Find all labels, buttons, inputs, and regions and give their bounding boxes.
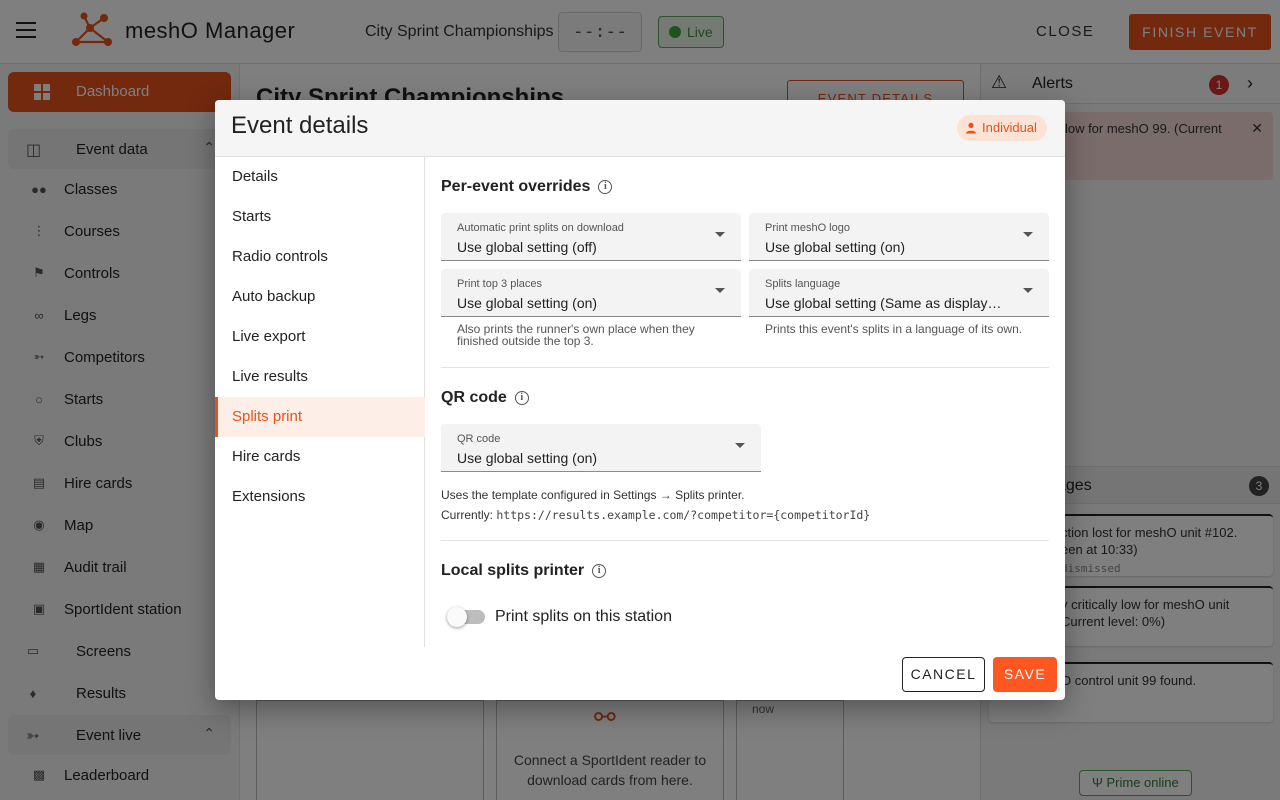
save-button[interactable]: SAVE bbox=[993, 657, 1057, 692]
event-type-chip: Individual bbox=[957, 115, 1047, 141]
event-type-label: Individual bbox=[982, 120, 1037, 135]
select-label: Print top 3 places bbox=[457, 278, 542, 290]
info-icon[interactable]: i bbox=[592, 564, 607, 578]
top3-select[interactable]: Print top 3 places Use global setting (o… bbox=[441, 269, 741, 317]
select-value: Use global setting (on) bbox=[765, 239, 906, 255]
tab-splits-print[interactable]: Splits print bbox=[215, 397, 425, 437]
dialog-title: Event details bbox=[231, 112, 369, 139]
select-value: Use global setting (on) bbox=[457, 295, 598, 311]
tab-radio-controls[interactable]: Radio controls bbox=[215, 237, 425, 277]
section-title-overrides: Per-event overrides i bbox=[441, 178, 613, 196]
event-details-dialog: Event details Individual Details Starts … bbox=[215, 100, 1065, 700]
cancel-button[interactable]: CANCEL bbox=[902, 657, 985, 692]
person-icon bbox=[966, 122, 976, 134]
qr-current-label: Currently: bbox=[441, 508, 494, 522]
info-icon[interactable]: i bbox=[598, 180, 613, 194]
select-value: Use global setting (off) bbox=[457, 239, 597, 255]
print-splits-toggle-label[interactable]: Print splits on this station bbox=[495, 608, 672, 626]
dropdown-arrow-icon bbox=[715, 288, 725, 293]
print-splits-toggle[interactable] bbox=[447, 607, 485, 627]
dialog-header: Event details Individual bbox=[215, 100, 1065, 157]
tab-hire-cards[interactable]: Hire cards bbox=[215, 437, 425, 477]
tab-extensions[interactable]: Extensions bbox=[215, 477, 425, 517]
top3-helper-text: Also prints the runner's own place when … bbox=[457, 322, 695, 348]
dropdown-arrow-icon bbox=[1023, 232, 1033, 237]
dropdown-arrow-icon bbox=[715, 232, 725, 237]
qr-template-note: Uses the template configured in Settings… bbox=[441, 488, 745, 502]
splits-language-select[interactable]: Splits language Use global setting (Same… bbox=[749, 269, 1049, 317]
tab-live-export[interactable]: Live export bbox=[215, 317, 425, 357]
select-label: Automatic print splits on download bbox=[457, 222, 624, 234]
qr-current-url: https://results.example.com/?competitor=… bbox=[496, 508, 871, 522]
qr-code-select[interactable]: QR code Use global setting (on) bbox=[441, 424, 761, 472]
toggle-thumb bbox=[447, 607, 467, 627]
section-title-local-printer: Local splits printer i bbox=[441, 562, 607, 580]
language-helper-text: Prints this event's splits in a language… bbox=[765, 322, 1023, 336]
select-label: Print meshO logo bbox=[765, 222, 850, 234]
select-value: Use global setting (Same as display… bbox=[765, 295, 1002, 311]
auto-print-select[interactable]: Automatic print splits on download Use g… bbox=[441, 213, 741, 261]
section-title-text: Per-event overrides bbox=[441, 178, 591, 195]
tab-live-results[interactable]: Live results bbox=[215, 357, 425, 397]
section-title-qr: QR code i bbox=[441, 389, 529, 407]
dialog-tabs: Details Starts Radio controls Auto backu… bbox=[215, 157, 425, 647]
dropdown-arrow-icon bbox=[735, 443, 745, 448]
select-label: QR code bbox=[457, 433, 501, 445]
section-title-text: QR code bbox=[441, 389, 507, 406]
dropdown-arrow-icon bbox=[1023, 288, 1033, 293]
select-value: Use global setting (on) bbox=[457, 450, 598, 466]
qr-current-line: Currently: https://results.example.com/?… bbox=[441, 508, 870, 522]
tab-auto-backup[interactable]: Auto backup bbox=[215, 277, 425, 317]
section-divider bbox=[441, 367, 1049, 368]
select-label: Splits language bbox=[765, 278, 841, 290]
print-logo-select[interactable]: Print meshO logo Use global setting (on) bbox=[749, 213, 1049, 261]
splits-print-panel: Per-event overrides i Automatic print sp… bbox=[441, 157, 1049, 647]
tab-details[interactable]: Details bbox=[215, 157, 425, 197]
tab-starts[interactable]: Starts bbox=[215, 197, 425, 237]
section-title-text: Local splits printer bbox=[441, 562, 585, 579]
section-divider bbox=[441, 540, 1049, 541]
info-icon[interactable]: i bbox=[514, 391, 529, 405]
